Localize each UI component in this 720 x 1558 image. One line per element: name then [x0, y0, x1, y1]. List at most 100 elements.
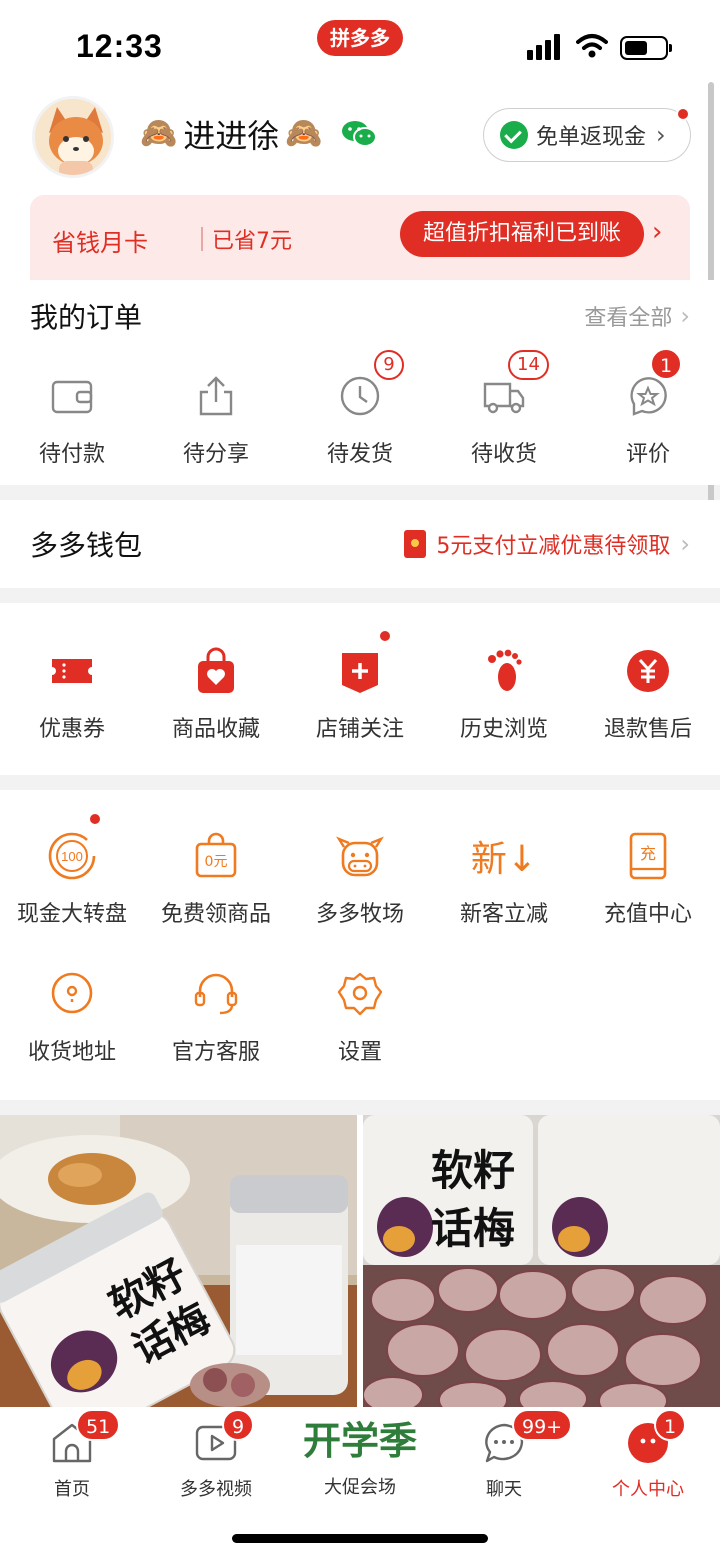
duoduo-ranch-button[interactable]: 多多牧场 [288, 828, 432, 928]
profile-page: 12:33 拼多多 🙈 进进徐 🙈 免单返现金 › 省钱月卡 已省7元 超值折扣… [0, 0, 720, 1558]
order-status-label: 待发货 [326, 442, 393, 467]
order-pending-share[interactable]: 待分享 [144, 368, 288, 468]
order-status-row: 待付款 待分享 9 待发货 14 待收货 1 评价 [0, 348, 720, 468]
order-pending-shipment[interactable]: 9 待发货 [288, 350, 432, 468]
share-icon [188, 368, 244, 424]
quick-action-label: 优惠券 [38, 717, 105, 742]
product-card[interactable]: 软籽 话梅 [0, 1115, 357, 1407]
customer-service-button[interactable]: 官方客服 [144, 966, 288, 1066]
see-no-evil-monkey-icon: 🙈 [140, 116, 178, 151]
refund-aftersales-button[interactable]: 退款售后 [576, 643, 720, 743]
wallet-promo-text: 5元支付立减优惠待领取 [436, 534, 671, 559]
wallet-promo[interactable]: 5元支付立减优惠待领取 › [404, 528, 690, 560]
tab-chat[interactable]: 99+ 聊天 [432, 1407, 576, 1507]
wechat-icon [341, 121, 377, 147]
headset-icon [188, 966, 244, 1022]
product-card[interactable]: 软籽 话梅 [363, 1115, 720, 1407]
order-pending-review[interactable]: 1 评价 [576, 348, 720, 468]
fox-avatar-icon [35, 99, 111, 175]
tab-label: 大促会场 [324, 1477, 396, 1498]
home-icon: 51 [50, 1409, 121, 1465]
quick-action-label: 商品收藏 [171, 717, 260, 742]
settings-button[interactable]: 设置 [288, 966, 432, 1066]
refund-icon [620, 643, 676, 699]
promo-banner-text: 开学季 [302, 1419, 417, 1463]
video-icon: 9 [194, 1409, 255, 1465]
savings-card-banner[interactable]: 省钱月卡 已省7元 超值折扣福利已到账 › [30, 195, 690, 285]
order-pending-receipt[interactable]: 14 待收货 [432, 350, 576, 468]
tab-promo-venue[interactable]: 开学季 大促会场 [288, 1407, 432, 1507]
tab-videos[interactable]: 9 多多视频 [144, 1407, 288, 1507]
tool-label: 收货地址 [27, 1040, 116, 1065]
coupons-button[interactable]: 优惠券 [0, 643, 144, 743]
order-status-label: 待分享 [182, 442, 249, 467]
clock-icon: 9 [332, 350, 404, 424]
chevron-right-icon: › [652, 217, 663, 247]
location-icon [44, 966, 100, 1022]
tab-badge: 51 [76, 1409, 121, 1441]
duoduo-wallet-row[interactable]: 多多钱包 5元支付立减优惠待领取 › [0, 500, 720, 588]
browsing-history-button[interactable]: 历史浏览 [432, 643, 576, 743]
divider [201, 227, 203, 251]
notification-dot [88, 812, 102, 826]
quick-action-label: 退款售后 [603, 717, 692, 742]
order-status-label: 待付款 [38, 442, 105, 467]
tools-section: 100 现金大转盘 0元 免费领商品 多多牧场 新↓ 新客立减 充 充值中心 收… [0, 790, 720, 1100]
tool-label: 官方客服 [171, 1040, 260, 1065]
settings-icon [332, 966, 388, 1022]
order-count-badge: 14 [508, 350, 549, 380]
notification-dot [378, 629, 392, 643]
product-image: 软籽 话梅 [363, 1115, 720, 1407]
see-all-orders-link[interactable]: 查看全部 › [584, 300, 690, 332]
order-status-label: 待收货 [470, 442, 537, 467]
wallet-icon [44, 368, 100, 424]
see-all-label: 查看全部 [584, 306, 673, 331]
tools-row-1: 100 现金大转盘 0元 免费领商品 多多牧场 新↓ 新客立减 充 充值中心 [0, 812, 720, 928]
app-indicator-pill: 拼多多 [317, 20, 403, 56]
product-label-line1: 软籽 [431, 1146, 515, 1195]
recommended-products: 软籽 话梅 软籽 话梅 [0, 1115, 720, 1407]
order-pending-payment[interactable]: 待付款 [0, 368, 144, 468]
shipping-address-button[interactable]: 收货地址 [0, 966, 144, 1066]
my-orders-section: 我的订单 查看全部 › 待付款 待分享 9 待发货 14 待收货 1 评价 [0, 280, 720, 485]
followed-stores-button[interactable]: 店铺关注 [288, 629, 432, 743]
favorite-bag-icon [188, 643, 244, 699]
home-indicator[interactable] [232, 1534, 488, 1543]
see-no-evil-monkey-icon: 🙈 [285, 116, 323, 151]
new-customer-glyph: 新↓ [470, 839, 538, 880]
cash-wheel-button[interactable]: 100 现金大转盘 [0, 812, 144, 928]
truck-icon: 14 [476, 350, 549, 424]
chevron-right-icon: › [680, 530, 690, 558]
tab-home[interactable]: 51 首页 [0, 1407, 144, 1507]
tool-label: 充值中心 [603, 902, 692, 927]
red-packet-icon [404, 530, 427, 558]
recharge-glyph: 充 [640, 844, 656, 863]
favorites-button[interactable]: 商品收藏 [144, 643, 288, 743]
cow-icon [332, 828, 388, 884]
orders-title: 我的订单 [30, 301, 143, 334]
order-count-badge: 9 [374, 350, 404, 380]
product-label-line2: 话梅 [431, 1204, 515, 1253]
free-goods-button[interactable]: 0元 免费领商品 [144, 828, 288, 928]
wifi-icon [576, 34, 608, 58]
free-order-cashback-button[interactable]: 免单返现金 › [483, 107, 691, 162]
free-bag-glyph: 0元 [205, 854, 228, 870]
new-customer-discount-button[interactable]: 新↓ 新客立减 [432, 828, 576, 928]
recharge-center-button[interactable]: 充 充值中心 [576, 828, 720, 928]
tab-label: 首页 [54, 1479, 90, 1500]
tab-profile[interactable]: 1 个人中心 [576, 1407, 720, 1507]
cashback-label: 免单返现金 [536, 125, 647, 150]
tool-label: 免费领商品 [160, 902, 271, 927]
review-icon: 1 [620, 348, 683, 424]
order-count-badge: 1 [650, 348, 683, 380]
cellular-signal-icon [527, 34, 563, 60]
tab-badge: 1 [654, 1409, 687, 1441]
tab-badge: 9 [222, 1409, 255, 1441]
tool-label: 新客立减 [459, 902, 548, 927]
quick-action-label: 店铺关注 [315, 717, 404, 742]
avatar[interactable] [32, 96, 114, 178]
tab-badge: 99+ [512, 1409, 573, 1441]
new-customer-icon: 新↓ [471, 828, 537, 884]
discount-benefits-button[interactable]: 超值折扣福利已到账 [400, 211, 644, 257]
tab-label: 多多视频 [180, 1479, 252, 1500]
